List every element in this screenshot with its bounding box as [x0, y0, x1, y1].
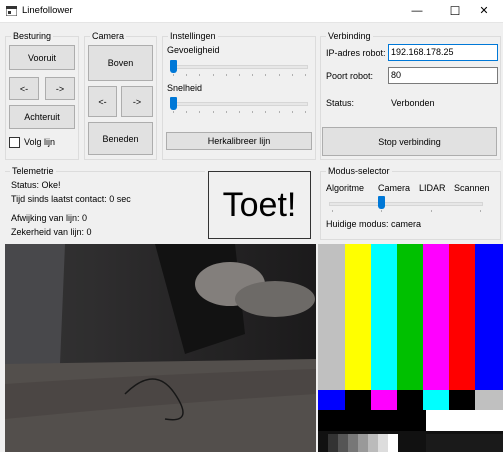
- ip-address-input[interactable]: 192.168.178.25: [388, 44, 498, 61]
- speed-slider-thumb[interactable]: [170, 97, 177, 110]
- stop-connection-button[interactable]: Stop verbinding: [322, 127, 497, 156]
- app-window-icon: [6, 6, 17, 16]
- sensitivity-slider-thumb[interactable]: [170, 60, 177, 73]
- recalibrate-button[interactable]: Herkalibreer lijn: [166, 132, 312, 150]
- speed-label: Snelheid: [167, 83, 203, 93]
- mode-slider-thumb[interactable]: [378, 196, 385, 209]
- slider-tick: [292, 74, 293, 76]
- instellingen-label: Instellingen: [168, 30, 218, 43]
- ip-label: IP-adres robot:: [326, 48, 386, 58]
- verbinding-label: Verbinding: [326, 30, 373, 43]
- mode-option-algoritme[interactable]: Algoritme: [326, 183, 364, 193]
- forward-button[interactable]: Vooruit: [9, 45, 75, 70]
- camera-right-button[interactable]: ->: [121, 86, 153, 117]
- camera-down-button[interactable]: Beneden: [88, 122, 153, 155]
- slider-tick: [305, 74, 306, 76]
- telemetry-certainty: Zekerheid van lijn: 0: [11, 227, 92, 237]
- slider-tick: [252, 111, 253, 113]
- minimize-button[interactable]: —: [398, 0, 436, 23]
- title-bar: Linefollower — ☐ ✕: [0, 0, 503, 23]
- slider-tick: [480, 210, 481, 212]
- telemetry-last-contact: Tijd sinds laatst contact: 0 sec: [11, 194, 131, 204]
- port-input[interactable]: 80: [388, 67, 498, 84]
- close-button[interactable]: ✕: [465, 0, 503, 23]
- besturing-label: Besturing: [11, 30, 54, 43]
- port-label: Poort robot:: [326, 71, 374, 81]
- slider-tick: [213, 111, 214, 113]
- slider-tick: [226, 111, 227, 113]
- horn-button[interactable]: Toet!: [208, 171, 311, 239]
- mode-option-lidar[interactable]: LIDAR: [419, 183, 446, 193]
- mode-option-scannen[interactable]: Scannen: [454, 183, 490, 193]
- sensitivity-slider-track[interactable]: [170, 65, 308, 69]
- slider-tick: [199, 111, 200, 113]
- slider-tick: [279, 74, 280, 76]
- slider-tick: [265, 74, 266, 76]
- slider-tick: [239, 74, 240, 76]
- test-pattern-image: [318, 244, 503, 452]
- slider-tick: [332, 210, 333, 212]
- slider-tick: [431, 210, 432, 212]
- slider-tick: [213, 74, 214, 76]
- sensitivity-label: Gevoeligheid: [167, 45, 220, 55]
- slider-tick: [305, 111, 306, 113]
- slider-tick: [381, 210, 382, 212]
- slider-tick: [239, 111, 240, 113]
- slider-tick: [173, 74, 174, 76]
- mode-option-camera[interactable]: Camera: [378, 183, 410, 193]
- right-button[interactable]: ->: [45, 77, 75, 100]
- slider-tick: [186, 111, 187, 113]
- camera-feed-image: [5, 244, 316, 452]
- status-label: Status:: [326, 98, 355, 108]
- slider-tick: [199, 74, 200, 76]
- slider-tick: [279, 111, 280, 113]
- speed-slider-track[interactable]: [170, 102, 308, 106]
- slider-tick: [186, 74, 187, 76]
- follow-line-checkbox[interactable]: [9, 137, 20, 148]
- camera-up-button[interactable]: Boven: [88, 45, 153, 81]
- telemetrie-label: Telemetrie: [10, 165, 56, 178]
- telemetry-deviation: Afwijking van lijn: 0: [11, 213, 88, 223]
- follow-line-label: Volg lijn: [24, 137, 56, 147]
- slider-tick: [252, 74, 253, 76]
- telemetry-status: Status: Oke!: [11, 180, 61, 190]
- camera-left-button[interactable]: <-: [88, 86, 117, 117]
- backward-button[interactable]: Achteruit: [9, 105, 75, 129]
- slider-tick: [173, 111, 174, 113]
- modus-label: Modus-selector: [326, 165, 392, 178]
- window-title: Linefollower: [22, 5, 73, 16]
- slider-tick: [292, 111, 293, 113]
- slider-tick: [265, 111, 266, 113]
- left-button[interactable]: <-: [9, 77, 39, 100]
- current-mode-label: Huidige modus: camera: [326, 219, 422, 229]
- slider-tick: [226, 74, 227, 76]
- mode-slider-track[interactable]: [329, 202, 483, 206]
- camera-label: Camera: [90, 30, 127, 43]
- status-value: Verbonden: [391, 98, 435, 108]
